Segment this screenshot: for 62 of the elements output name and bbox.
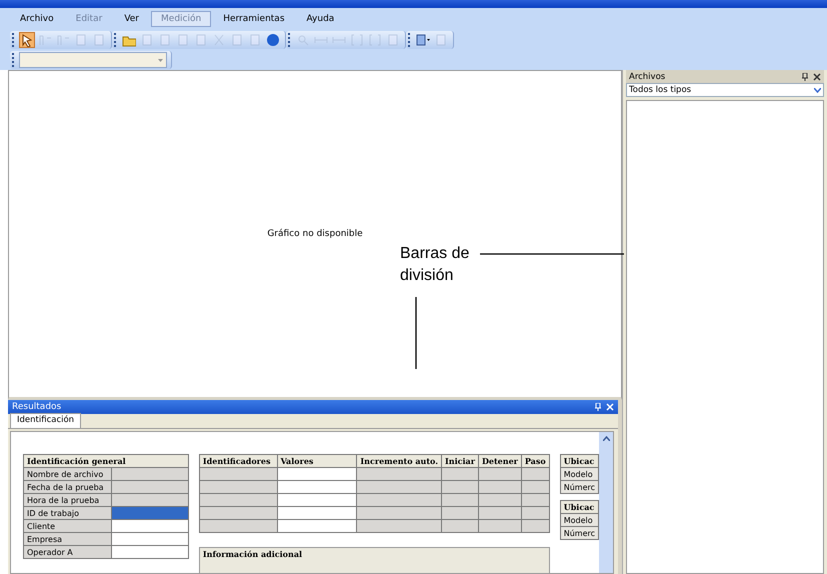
panel-title: Resultados — [12, 402, 62, 412]
column-header: Valores — [277, 454, 357, 468]
table-cell: Operador A — [24, 546, 112, 558]
toolbar-icon — [74, 33, 88, 47]
scrollbar[interactable] — [599, 432, 613, 573]
column-header: Identificadores — [199, 454, 278, 468]
info-title: Información adicional — [202, 549, 302, 559]
toolbar-icon — [38, 33, 52, 47]
column-header: Iniciar — [442, 454, 478, 468]
table-cell: Modelo — [560, 468, 598, 480]
table-cell: Cliente — [24, 520, 112, 532]
value-field[interactable] — [112, 480, 188, 494]
toolbar-icon — [194, 33, 208, 47]
toolbar-icon — [176, 33, 190, 47]
table-cell: Fecha de la prueba — [24, 480, 112, 494]
menu-item[interactable]: Archivo — [10, 11, 64, 27]
table-cell: ID de trabajo — [24, 506, 112, 520]
menu-item[interactable]: Ayuda — [296, 11, 344, 27]
toolbar-icon — [350, 33, 364, 47]
filter-dropdown[interactable]: Todos los tipos — [626, 83, 824, 97]
value-field[interactable] — [112, 506, 188, 520]
table-cell: Númerc — [560, 526, 598, 540]
chart-message: Gráfico no disponible — [267, 229, 363, 239]
toolbar-icon — [386, 33, 400, 47]
scroll-up-icon[interactable] — [602, 436, 610, 441]
menu-item[interactable]: Ver — [114, 11, 150, 27]
table-header: Identificación general — [24, 454, 188, 468]
page-dropdown-icon — [416, 33, 430, 47]
dropdown-arrow-icon — [158, 58, 163, 62]
table-header: Ubicac — [560, 454, 598, 468]
toolbar-icon — [92, 33, 106, 47]
toolbar-icon — [56, 33, 70, 47]
pin-icon[interactable] — [802, 72, 808, 80]
table-cell: Nombre de archivo — [24, 468, 112, 480]
table-cell: Hora de la prueba — [24, 494, 112, 506]
magnifier-icon — [296, 33, 310, 47]
column-header: Paso — [521, 454, 550, 468]
tab[interactable]: Identificación — [10, 413, 82, 428]
cursor-icon — [20, 33, 34, 47]
column-header: Incremento auto. — [356, 454, 442, 468]
table-cell: Númerc — [560, 480, 598, 494]
toolbar-icon — [434, 33, 448, 47]
table-cell: Empresa — [24, 532, 112, 546]
toolbar-icon — [248, 33, 262, 47]
value-field[interactable] — [112, 468, 188, 480]
menu-item[interactable]: Herramientas — [213, 11, 295, 27]
table-header: Ubicac — [560, 500, 598, 514]
value-field[interactable] — [112, 494, 188, 506]
value-field[interactable] — [112, 532, 188, 546]
scissors-icon — [212, 33, 226, 47]
toolbar-icon — [158, 33, 172, 47]
toolbar-icon — [368, 33, 382, 47]
toolbar-button[interactable] — [19, 32, 35, 48]
leader-line — [415, 297, 417, 369]
toolbar-button[interactable] — [415, 32, 431, 48]
toolbar-icon — [230, 33, 244, 47]
value-field[interactable] — [112, 546, 188, 558]
close-icon[interactable] — [813, 72, 821, 80]
table-cell: Modelo — [560, 514, 598, 526]
column-header: Detener — [478, 454, 522, 468]
panel-title: Archivos — [629, 72, 666, 82]
value-field[interactable] — [112, 520, 188, 532]
